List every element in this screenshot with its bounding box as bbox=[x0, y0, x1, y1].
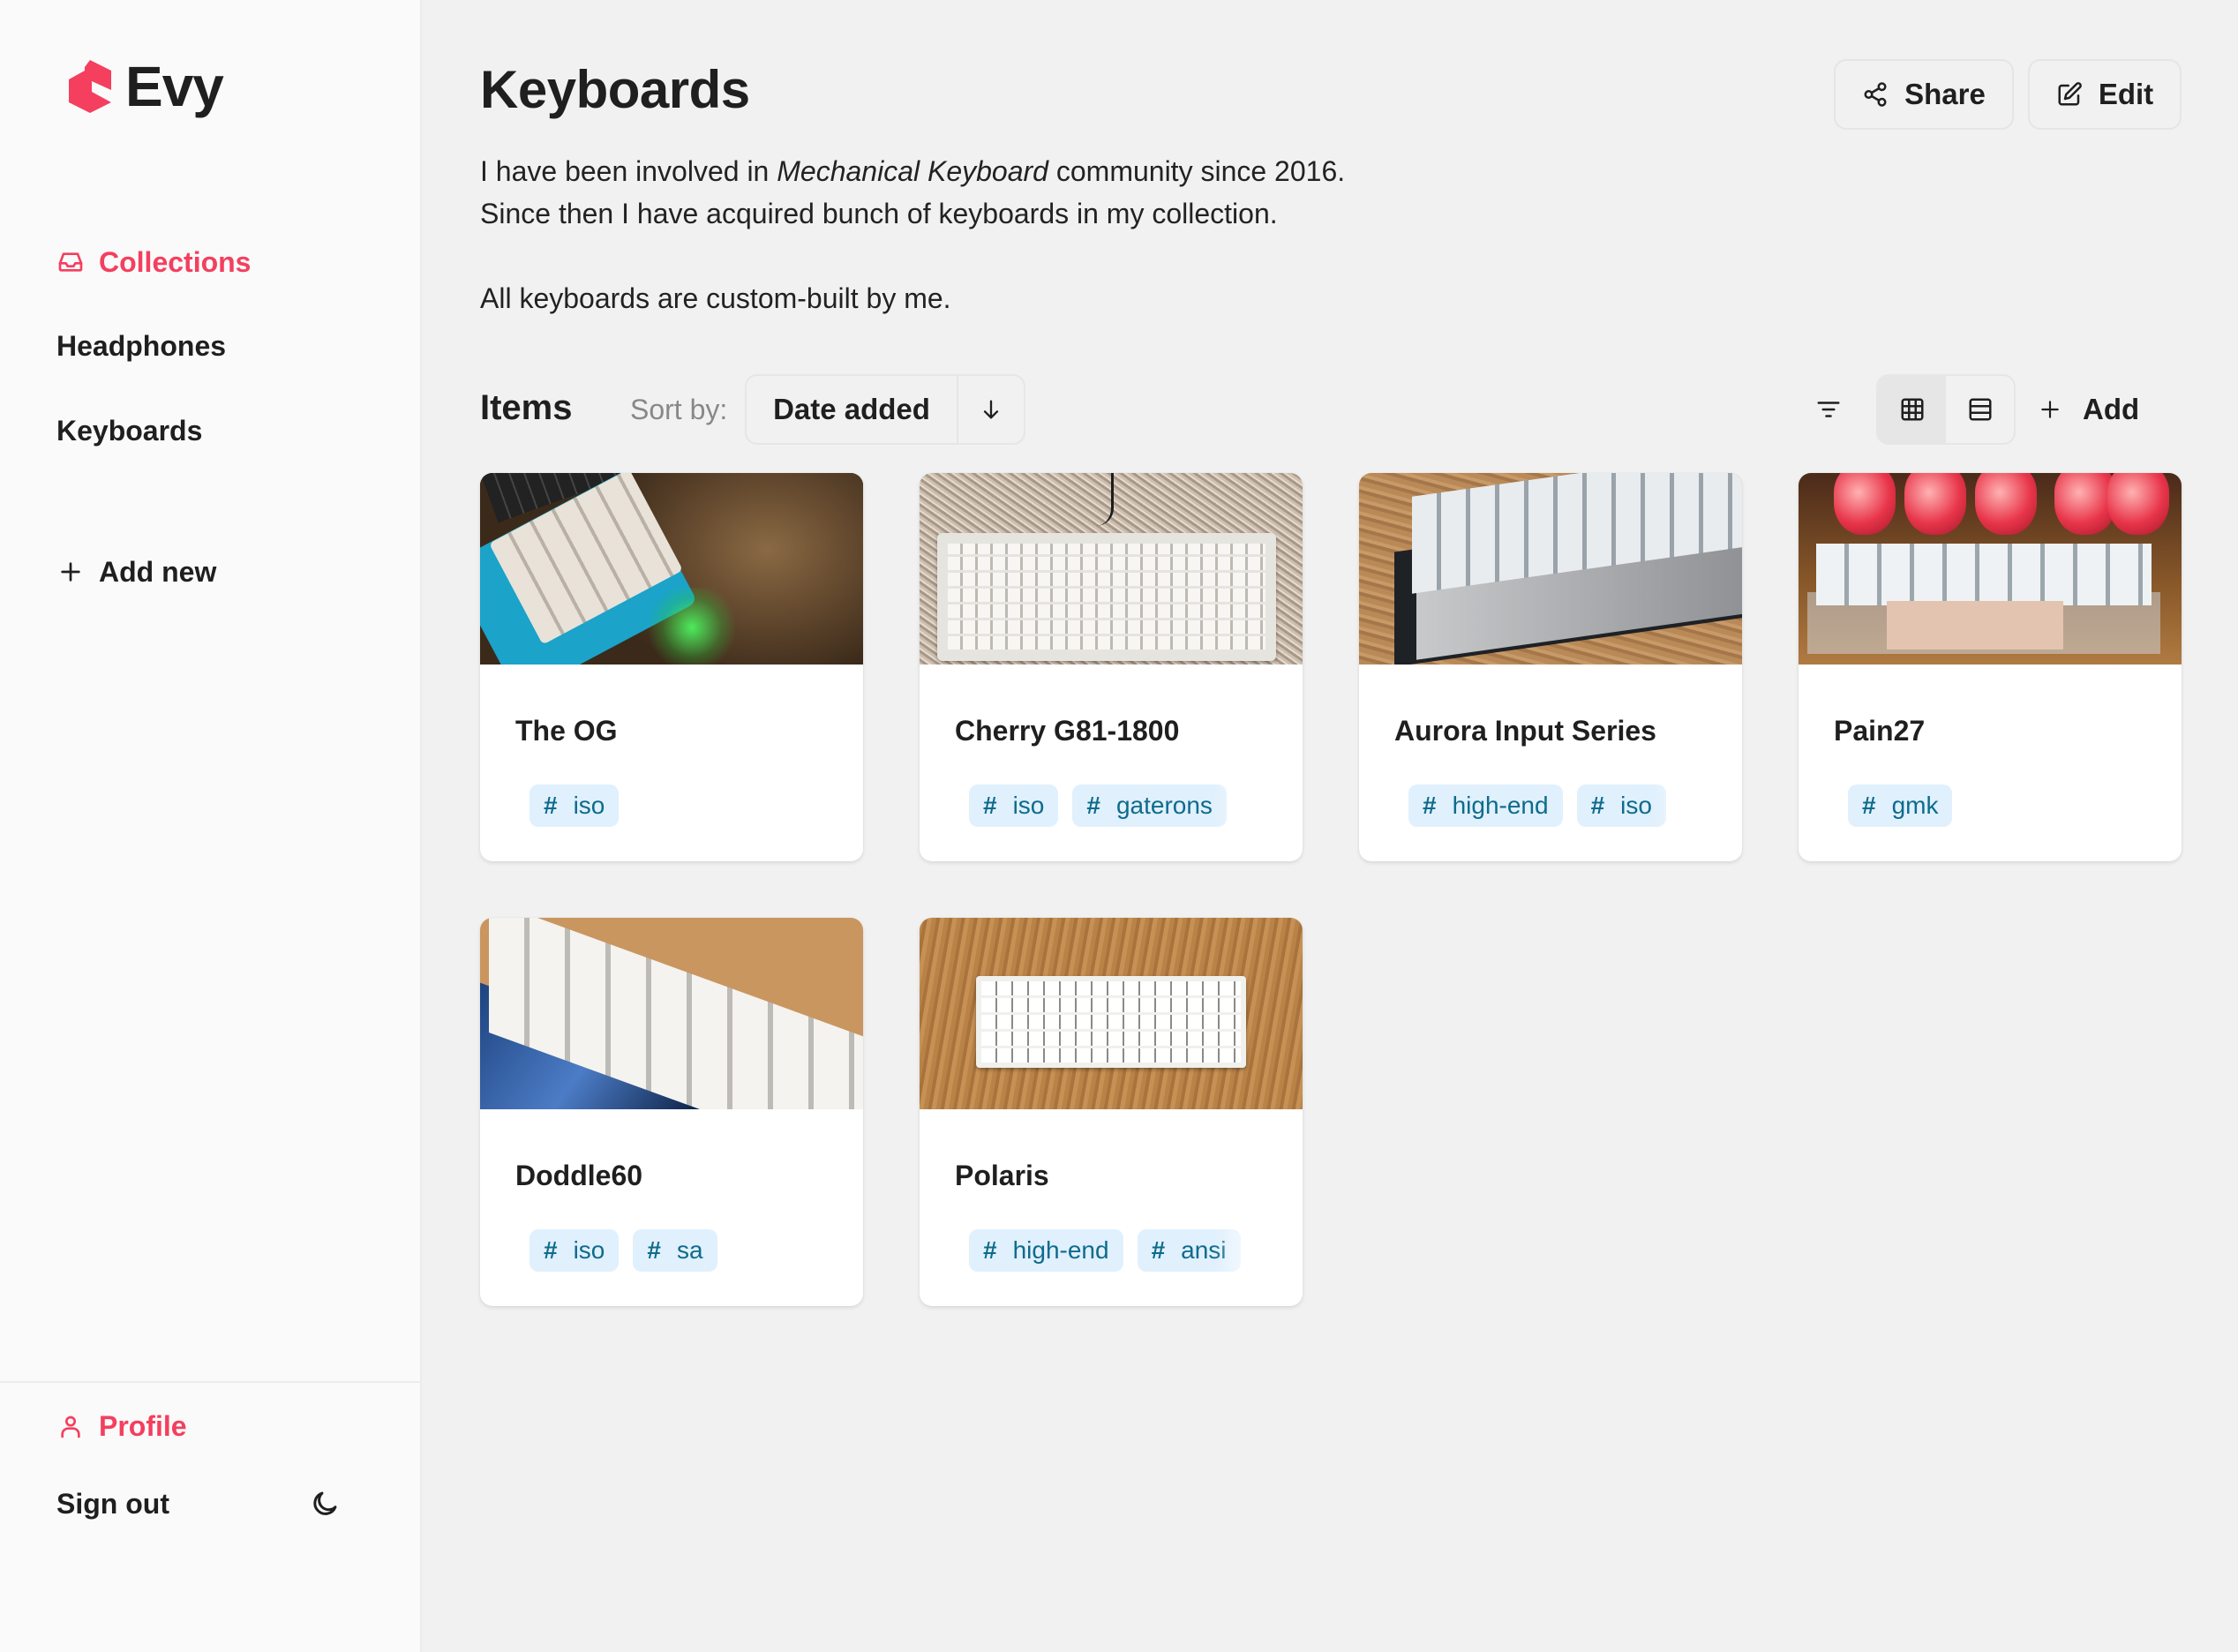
add-new-collection-button[interactable]: Add new bbox=[56, 551, 216, 593]
share-icon bbox=[1864, 82, 1887, 107]
add-new-label: Add new bbox=[99, 555, 217, 588]
edit-label: Edit bbox=[2098, 78, 2154, 110]
tag-list: # high-end # iso bbox=[1408, 785, 1707, 827]
inbox-icon bbox=[56, 248, 85, 276]
sidebar-item-keyboards[interactable]: Keyboards bbox=[56, 409, 202, 452]
tag-list: # high-end # ansi bbox=[969, 1229, 1267, 1272]
hash-icon: # bbox=[544, 792, 558, 819]
plus-icon bbox=[56, 558, 85, 586]
app-name: Evy bbox=[125, 55, 224, 118]
hash-icon: # bbox=[1151, 1236, 1166, 1264]
hash-icon: # bbox=[1423, 792, 1437, 819]
arrow-down-icon bbox=[983, 400, 999, 419]
filter-button[interactable] bbox=[1807, 388, 1850, 431]
items-heading: Items bbox=[480, 388, 573, 427]
item-title: Cherry G81-1800 bbox=[955, 715, 1180, 747]
sidebar-item-collections[interactable]: Collections bbox=[56, 241, 251, 283]
sort-label: Sort by: bbox=[630, 394, 728, 425]
tag[interactable]: # sa bbox=[633, 1229, 717, 1272]
sort-control: Date added bbox=[745, 374, 1025, 445]
item-title: Pain27 bbox=[1834, 715, 1926, 747]
sidebar-item-label: Collections bbox=[99, 245, 252, 278]
tag[interactable]: # gmk bbox=[1848, 785, 1953, 827]
sidebar-divider bbox=[0, 1381, 422, 1383]
sidebar-item-headphones[interactable]: Headphones bbox=[56, 325, 226, 367]
add-label: Add bbox=[2083, 393, 2140, 425]
hash-icon: # bbox=[983, 792, 997, 819]
description-line-3: All keyboards are custom-built by me. bbox=[480, 282, 951, 314]
view-mode-toggle bbox=[1876, 374, 2016, 445]
sign-out-label: Sign out bbox=[56, 1487, 169, 1520]
sidebar-item-label: Keyboards bbox=[56, 414, 203, 447]
profile-label: Profile bbox=[99, 1409, 187, 1442]
item-photo bbox=[1799, 473, 2182, 665]
item-card[interactable]: Cherry G81-1800 # iso # gaterons bbox=[920, 473, 1303, 861]
item-card[interactable]: Polaris # high-end # ansi bbox=[920, 918, 1303, 1306]
tag[interactable]: # ansi bbox=[1137, 1229, 1241, 1272]
item-card[interactable]: The OG # iso bbox=[480, 473, 863, 861]
share-label: Share bbox=[1904, 78, 1986, 110]
tag-list: # iso # sa bbox=[529, 1229, 828, 1272]
item-title: Doddle60 bbox=[515, 1160, 643, 1191]
description-line-1: I have been involved in Mechanical Keybo… bbox=[480, 155, 1346, 187]
moon-icon bbox=[313, 1491, 337, 1515]
tag[interactable]: # iso bbox=[529, 785, 620, 827]
evy-logo-icon bbox=[69, 60, 111, 113]
filter-icon bbox=[1817, 402, 1840, 417]
item-card[interactable]: Doddle60 # iso # sa bbox=[480, 918, 863, 1306]
list-icon bbox=[1969, 398, 1991, 421]
sidebar: Evy Collections Headphones Keyboards Add… bbox=[0, 0, 422, 1652]
sort-field-select[interactable]: Date added bbox=[747, 376, 957, 443]
item-title: Polaris bbox=[955, 1160, 1049, 1191]
tag[interactable]: # iso bbox=[1576, 785, 1666, 827]
hash-icon: # bbox=[1086, 792, 1100, 819]
tag-list: # iso bbox=[529, 785, 828, 827]
items-grid: The OG # iso Cherry G81-1800 # iso # gatero… bbox=[480, 473, 2182, 1306]
plus-icon bbox=[2041, 401, 2059, 418]
sidebar-item-profile[interactable]: Profile bbox=[56, 1405, 187, 1447]
collection-description: I have been involved in Mechanical Keybo… bbox=[480, 150, 1345, 319]
sidebar-item-label: Headphones bbox=[56, 329, 227, 362]
edit-icon bbox=[2058, 82, 2082, 106]
share-button[interactable]: Share bbox=[1834, 59, 2014, 130]
item-title: Aurora Input Series bbox=[1394, 715, 1656, 747]
page-title: Keyboards bbox=[480, 60, 750, 119]
hash-icon: # bbox=[647, 1236, 661, 1264]
logo[interactable]: Evy bbox=[65, 55, 224, 118]
user-icon bbox=[56, 1412, 85, 1440]
item-photo bbox=[480, 473, 863, 665]
tag-list: # iso # gaterons bbox=[969, 785, 1267, 827]
hash-icon: # bbox=[1862, 792, 1876, 819]
hash-icon: # bbox=[1590, 792, 1605, 819]
tag[interactable]: # iso bbox=[969, 785, 1059, 827]
tag[interactable]: # high-end bbox=[1408, 785, 1563, 827]
add-item-button[interactable]: Add bbox=[2039, 387, 2139, 432]
item-photo bbox=[480, 918, 863, 1109]
tag[interactable]: # gaterons bbox=[1072, 785, 1227, 827]
item-photo bbox=[1359, 473, 1742, 665]
grid-view-button[interactable] bbox=[1878, 376, 1946, 443]
description-emphasis: Mechanical Keyboard bbox=[777, 155, 1048, 187]
grid-icon bbox=[1901, 398, 1923, 421]
item-title: The OG bbox=[515, 715, 618, 747]
sort-direction-button[interactable] bbox=[957, 376, 1024, 443]
item-photo bbox=[920, 918, 1303, 1109]
main-content: Keyboards I have been involved in Mechan… bbox=[424, 0, 2238, 1652]
item-card[interactable]: Aurora Input Series # high-end # iso bbox=[1359, 473, 1742, 861]
sign-out-button[interactable]: Sign out bbox=[56, 1483, 169, 1525]
edit-button[interactable]: Edit bbox=[2028, 59, 2182, 130]
item-card[interactable]: Pain27 # gmk bbox=[1799, 473, 2182, 861]
list-view-button[interactable] bbox=[1946, 376, 2014, 443]
tag-list: # gmk bbox=[1848, 785, 2146, 827]
tag[interactable]: # high-end bbox=[969, 1229, 1123, 1272]
tag[interactable]: # iso bbox=[529, 1229, 620, 1272]
description-line-2: Since then I have acquired bunch of keyb… bbox=[480, 198, 1278, 229]
item-photo bbox=[920, 473, 1303, 665]
hash-icon: # bbox=[544, 1236, 558, 1264]
hash-icon: # bbox=[983, 1236, 997, 1264]
theme-toggle-button[interactable] bbox=[309, 1488, 341, 1520]
